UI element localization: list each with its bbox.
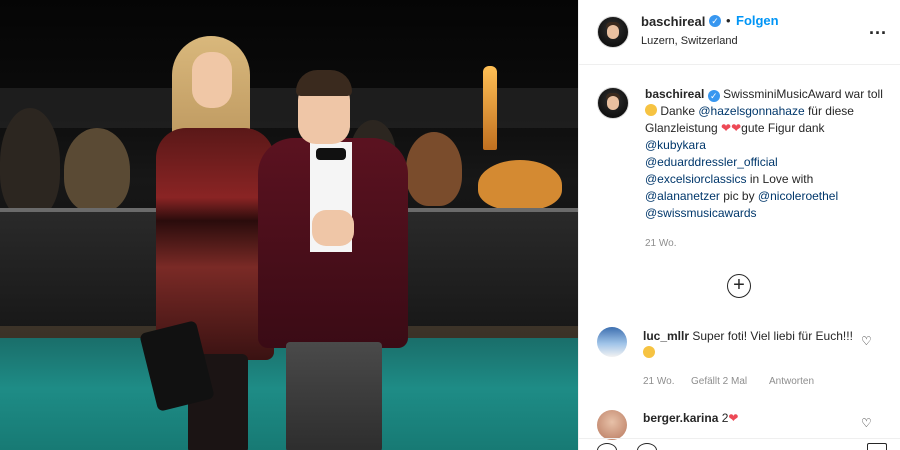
heart-emoji-icon: ❤ (721, 121, 732, 135)
avatar-face (607, 96, 619, 110)
caption-author-avatar[interactable] (597, 87, 629, 119)
comment-reply-button[interactable]: Antworten (769, 376, 814, 387)
post-action-bar (579, 438, 900, 450)
like-icon[interactable] (597, 443, 617, 450)
more-options-icon[interactable]: ... (869, 18, 887, 39)
caption-text: Danke (657, 104, 699, 118)
caption-mention[interactable]: @eduarddressler_official (645, 155, 778, 169)
heart-emoji-icon: ❤ (731, 121, 742, 135)
caption-mention[interactable]: @swissmusicawards (645, 206, 757, 220)
caption-mention[interactable]: @nicoleroethel (758, 189, 838, 203)
comment: luc_mllr Super foti! Viel liebi für Euch… (643, 328, 853, 362)
author-username[interactable]: baschireal (641, 14, 705, 29)
caption-text: in Love with (746, 172, 814, 186)
instagram-post-view: baschireal ✓ • Folgen Luzern, Switzerlan… (0, 0, 900, 450)
crowd-person (478, 160, 562, 210)
commenter-avatar[interactable] (597, 410, 627, 440)
comment: berger.karina 2❤ (643, 410, 853, 427)
crowd-person (0, 108, 60, 218)
separator-dot: • (726, 13, 731, 28)
comment-text: Super foti! Viel liebi für Euch!!! (692, 329, 853, 343)
caption-mention[interactable]: @kubykara (645, 138, 706, 152)
post-caption: baschireal ✓ SwissminiMusicAward war tol… (645, 86, 885, 222)
caption-timestamp[interactable]: 21 Wo. (645, 238, 677, 249)
bookmark-icon[interactable] (867, 443, 887, 450)
post-location[interactable]: Luzern, Switzerland (641, 35, 738, 47)
verified-badge-icon: ✓ (707, 90, 720, 102)
post-side-panel: baschireal ✓ • Folgen Luzern, Switzerlan… (578, 0, 900, 450)
crowd-person (406, 132, 462, 206)
post-photo[interactable] (0, 0, 578, 450)
like-comment-heart-icon[interactable]: ♡ (861, 417, 872, 429)
verified-badge-icon: ✓ (709, 15, 721, 27)
woman-face (192, 52, 232, 108)
man-bowtie (316, 148, 346, 160)
comment-username[interactable]: berger.karina (643, 411, 718, 425)
like-comment-heart-icon[interactable]: ♡ (861, 335, 872, 347)
caption-text: pic by (719, 189, 758, 203)
heart-emoji-icon: ❤ (728, 411, 739, 425)
comment-likes[interactable]: Gefällt 2 Mal (691, 376, 747, 387)
comment-timestamp[interactable]: 21 Wo. (643, 376, 675, 387)
avatar-face (607, 25, 619, 39)
author-avatar[interactable] (597, 16, 629, 48)
comment-username[interactable]: luc_mllr (643, 329, 689, 343)
caption-mention[interactable]: @hazelsgonnahaze (698, 104, 804, 118)
caption-text: SwissminiMusicAward war toll (723, 87, 883, 101)
clapping-emoji-icon (645, 104, 657, 116)
load-more-comments-icon[interactable]: + (727, 274, 751, 298)
caption-mention[interactable]: @excelsiorclassics (645, 172, 747, 186)
man-hand (312, 210, 354, 246)
background-light-tower (483, 66, 497, 150)
post-header: baschireal ✓ • Folgen Luzern, Switzerlan… (579, 0, 900, 65)
crowd-person (64, 128, 130, 212)
caption-username[interactable]: baschireal (645, 87, 704, 101)
comment-icon[interactable] (637, 443, 657, 450)
follow-button[interactable]: Folgen (736, 13, 779, 28)
smile-emoji-icon (643, 346, 655, 358)
man-figure (252, 70, 412, 450)
man-hair (296, 70, 352, 96)
caption-mention[interactable]: @alananetzer (645, 189, 720, 203)
commenter-avatar[interactable] (597, 327, 627, 357)
man-pants (286, 342, 382, 450)
caption-text: gute Figur dank (741, 121, 825, 135)
